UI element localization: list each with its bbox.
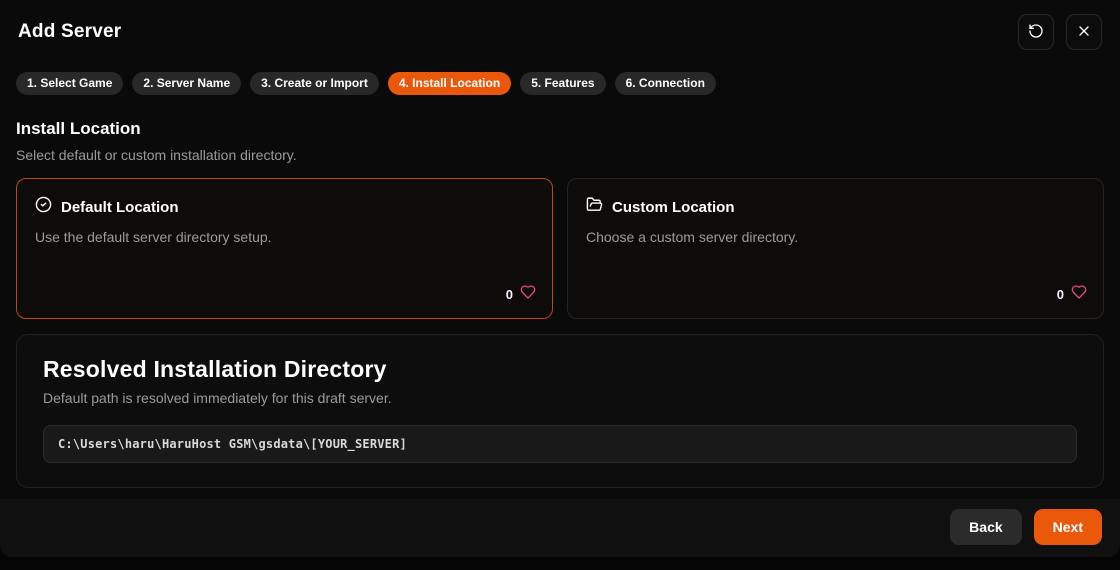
resolved-title: Resolved Installation Directory (43, 356, 387, 382)
resolved-path-value: C:\Users\haru\HaruHost GSM\gsdata\[YOUR_… (43, 425, 1077, 463)
heart-icon (1071, 284, 1087, 305)
option-custom-location[interactable]: Custom Location Choose a custom server d… (567, 178, 1104, 319)
wizard-steps: 1. Select Game 2. Server Name 3. Create … (0, 56, 1120, 95)
card-description: Choose a custom server directory. (586, 229, 799, 245)
card-head: Default Location (35, 196, 534, 218)
refresh-button[interactable] (1018, 14, 1054, 50)
likes-button[interactable]: 0 (1057, 284, 1087, 305)
resolved-subtitle: Default path is resolved immediately for… (43, 390, 392, 406)
card-title: Custom Location (612, 198, 735, 216)
card-head: Custom Location (586, 196, 1085, 218)
folder-open-icon (586, 196, 603, 218)
step-features[interactable]: 5. Features (520, 72, 606, 95)
section-subtitle: Select default or custom installation di… (16, 147, 297, 163)
step-select-game[interactable]: 1. Select Game (16, 72, 124, 95)
step-server-name[interactable]: 2. Server Name (132, 72, 242, 95)
option-default-location[interactable]: Default Location Use the default server … (16, 178, 553, 319)
resolved-directory-panel: Resolved Installation Directory Default … (16, 334, 1104, 488)
section-head: Install Location Select default or custo… (0, 95, 1120, 163)
step-connection[interactable]: 6. Connection (614, 72, 716, 95)
back-button[interactable]: Back (950, 509, 1022, 545)
likes-button[interactable]: 0 (506, 284, 536, 305)
close-button[interactable] (1066, 14, 1102, 50)
check-circle-icon (35, 196, 52, 218)
section-title: Install Location (16, 119, 141, 138)
likes-count: 0 (505, 287, 513, 302)
modal-title: Add Server (18, 21, 122, 42)
step-create-or-import[interactable]: 3. Create or Import (250, 72, 379, 95)
next-button[interactable]: Next (1033, 509, 1102, 545)
modal-footer: Back Next (0, 499, 1120, 557)
step-install-location[interactable]: 4. Install Location (387, 72, 512, 95)
header-actions (1018, 14, 1102, 50)
close-icon (1076, 23, 1092, 42)
card-title: Default Location (61, 198, 179, 216)
rotate-ccw-icon (1028, 23, 1044, 42)
card-description: Use the default server directory setup. (35, 229, 272, 245)
modal-header: Add Server (0, 0, 1120, 56)
location-options: Default Location Use the default server … (0, 163, 1120, 319)
likes-count: 0 (1056, 287, 1064, 302)
heart-icon (520, 284, 536, 305)
add-server-modal: Add Server 1. Select Game 2. Server Name… (0, 0, 1120, 557)
